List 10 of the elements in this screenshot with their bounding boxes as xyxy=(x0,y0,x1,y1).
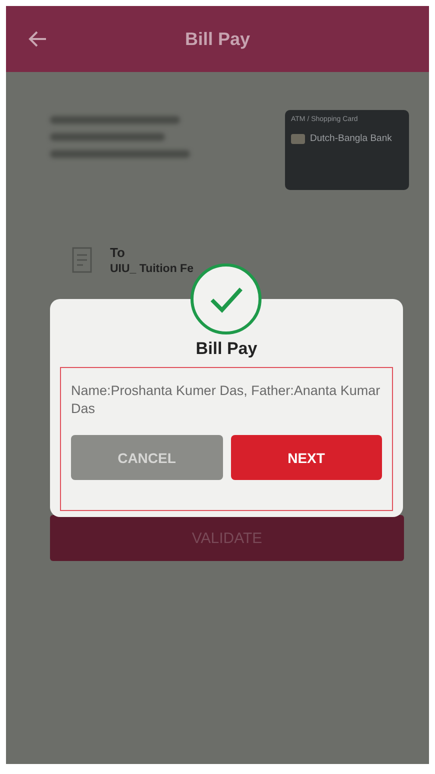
dialog-title: Bill Pay xyxy=(196,339,258,359)
dialog-message: Name:Proshanta Kumer Das, Father:Ananta Kumar Das xyxy=(71,382,382,418)
recipient-value: UIU_ Tuition Fe xyxy=(110,263,194,275)
document-icon xyxy=(72,247,92,273)
next-button[interactable]: NEXT xyxy=(230,435,382,480)
recipient-label: To xyxy=(110,245,126,260)
back-arrow-icon[interactable] xyxy=(28,29,48,49)
header-title: Bill Pay xyxy=(184,28,250,50)
bank-name: Dutch-Bangla Bank xyxy=(310,133,392,144)
chip-icon xyxy=(291,134,305,144)
